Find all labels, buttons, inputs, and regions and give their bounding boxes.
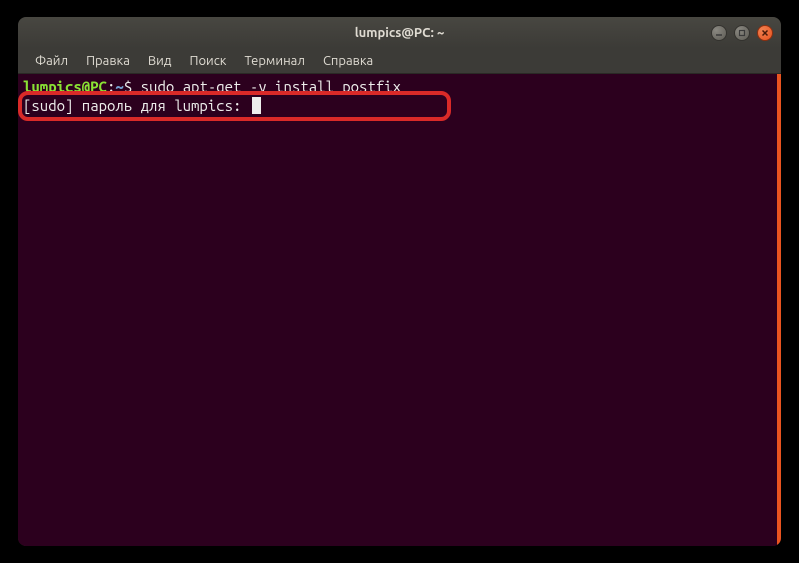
menu-view[interactable]: Вид xyxy=(139,50,181,72)
sudo-prompt-text: [sudo] пароль для lumpics: xyxy=(23,97,250,114)
minimize-button[interactable] xyxy=(711,25,727,41)
menu-edit[interactable]: Правка xyxy=(77,50,139,72)
prompt-dollar: $ xyxy=(124,78,141,95)
menu-help[interactable]: Справка xyxy=(314,50,382,72)
command-text: sudo apt-get -y install postfix xyxy=(141,78,401,95)
maximize-icon xyxy=(738,29,746,37)
window-controls xyxy=(711,25,773,41)
close-icon xyxy=(761,29,769,37)
terminal-body[interactable]: lumpics@PC:~$ sudo apt-get -y install po… xyxy=(18,74,781,546)
menu-terminal[interactable]: Терминал xyxy=(235,50,313,72)
cursor-icon xyxy=(252,97,261,114)
sudo-line: [sudo] пароль для lumpics: xyxy=(23,96,772,115)
menubar: Файл Правка Вид Поиск Терминал Справка xyxy=(18,48,781,74)
menu-file[interactable]: Файл xyxy=(26,50,77,72)
prompt-user: lumpics@PC xyxy=(23,78,107,95)
titlebar[interactable]: lumpics@PC: ~ xyxy=(18,17,781,48)
menu-search[interactable]: Поиск xyxy=(180,50,235,72)
prompt-line: lumpics@PC:~$ sudo apt-get -y install po… xyxy=(23,77,772,96)
maximize-button[interactable] xyxy=(734,25,750,41)
minimize-icon xyxy=(715,29,723,37)
terminal-window: lumpics@PC: ~ Файл Правка Вид Поиск Терм… xyxy=(18,17,781,546)
prompt-path: ~ xyxy=(115,78,123,95)
window-title: lumpics@PC: ~ xyxy=(355,26,445,40)
close-button[interactable] xyxy=(757,25,773,41)
